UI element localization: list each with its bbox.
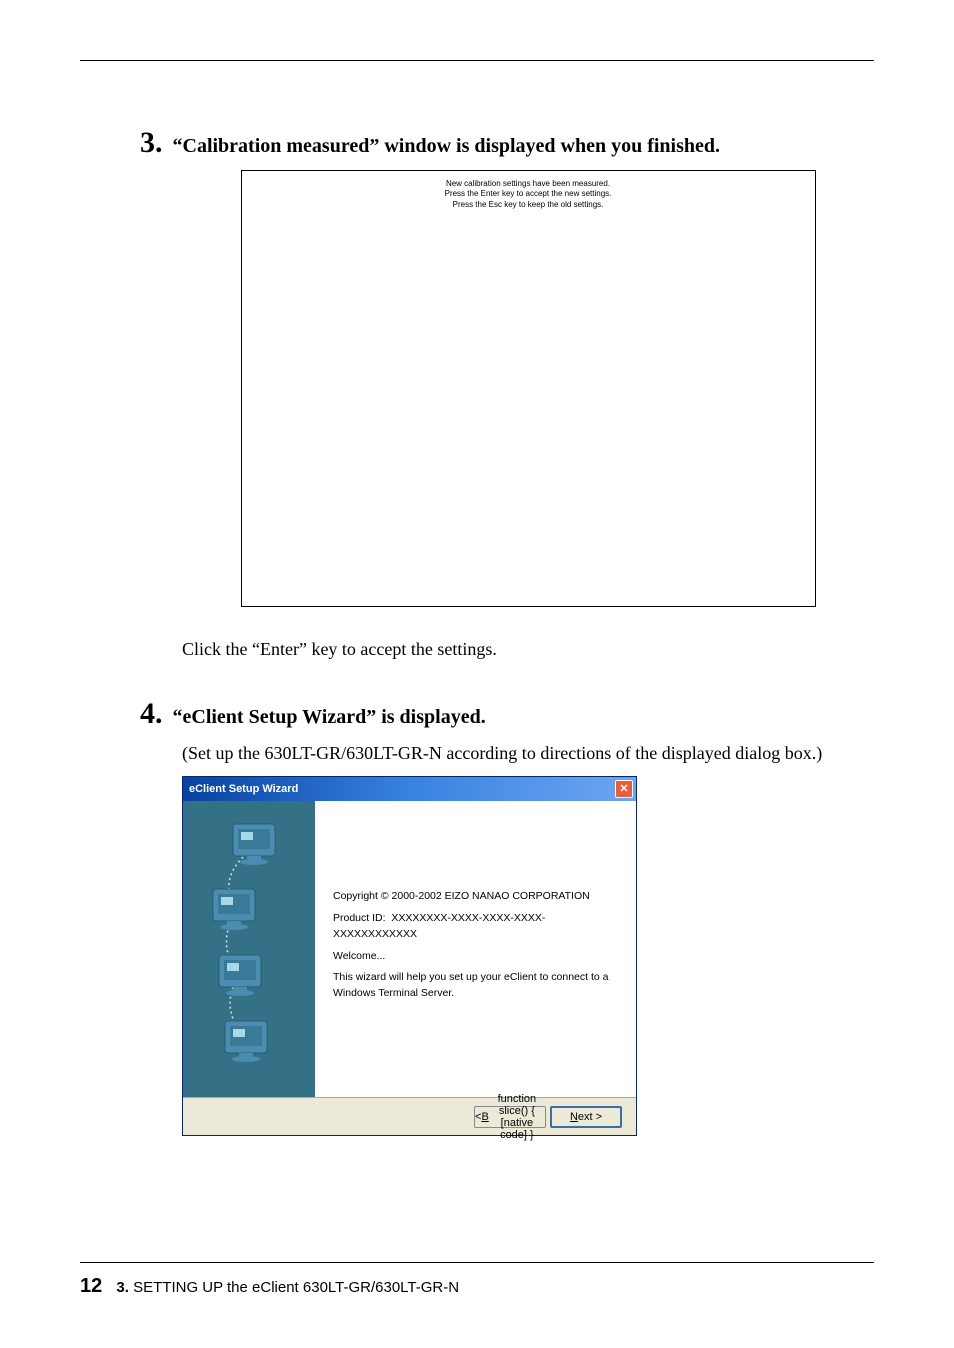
step-4-title: “eClient Setup Wizard” is displayed. [173,706,486,729]
step-4: 4. “eClient Setup Wizard” is displayed. … [140,697,874,1136]
product-id-line: Product ID: XXXXXXXX-XXXX-XXXX-XXXX-XXXX… [333,911,618,943]
back-button[interactable]: < Bfunction slice() { [native code] } [474,1106,546,1128]
step-3-body: New calibration settings have been measu… [182,170,874,662]
next-button[interactable]: Next > [550,1106,622,1128]
wizard-sidebar [183,801,315,1097]
wizard-dialog: eClient Setup Wizard ✕ [182,776,637,1136]
step-3-number: 3. [140,126,163,160]
step-4-description: (Set up the 630LT-GR/630LT-GR-N accordin… [182,741,874,766]
calibration-text: New calibration settings have been measu… [242,179,815,210]
step-4-body: (Set up the 630LT-GR/630LT-GR-N accordin… [182,741,874,1136]
page-number: 12 [80,1275,102,1297]
section-title: SETTING UP the eClient 630LT-GR/630LT-GR… [133,1279,459,1296]
step-4-number: 4. [140,697,163,731]
wizard-footer: < Bfunction slice() { [native code] } Ne… [183,1097,636,1135]
copyright-text: Copyright © 2000-2002 EIZO NANAO CORPORA… [333,889,618,905]
section-number: 3. [116,1279,129,1296]
product-id-label: Product ID: [333,912,386,924]
footer-rule [80,1262,874,1263]
wizard-titlebar: eClient Setup Wizard ✕ [183,777,636,801]
wizard-body: Copyright © 2000-2002 EIZO NANAO CORPORA… [183,801,636,1097]
calibration-window: New calibration settings have been measu… [241,170,816,607]
step-3-title: “Calibration measured” window is display… [173,135,721,158]
help-text: This wizard will help you set up your eC… [333,970,618,1002]
calib-line-2: Press the Enter key to accept the new se… [242,189,815,199]
calib-line-1: New calibration settings have been measu… [242,179,815,189]
wizard-content: Copyright © 2000-2002 EIZO NANAO CORPORA… [315,801,636,1097]
monitor-network-icon [183,809,315,1089]
step-3: 3. “Calibration measured” window is disp… [140,126,874,662]
step-3-header: 3. “Calibration measured” window is disp… [140,126,874,160]
step-4-header: 4. “eClient Setup Wizard” is displayed. [140,697,874,731]
page-footer: 12 3. SETTING UP the eClient 630LT-GR/63… [80,1262,874,1298]
top-rule [80,60,874,61]
footer-text: 12 3. SETTING UP the eClient 630LT-GR/63… [80,1275,874,1298]
calib-line-3: Press the Esc key to keep the old settin… [242,200,815,210]
step-3-instruction: Click the “Enter” key to accept the sett… [182,637,874,662]
wizard-title: eClient Setup Wizard [189,782,298,797]
welcome-text: Welcome... [333,949,618,965]
close-icon[interactable]: ✕ [615,780,633,798]
